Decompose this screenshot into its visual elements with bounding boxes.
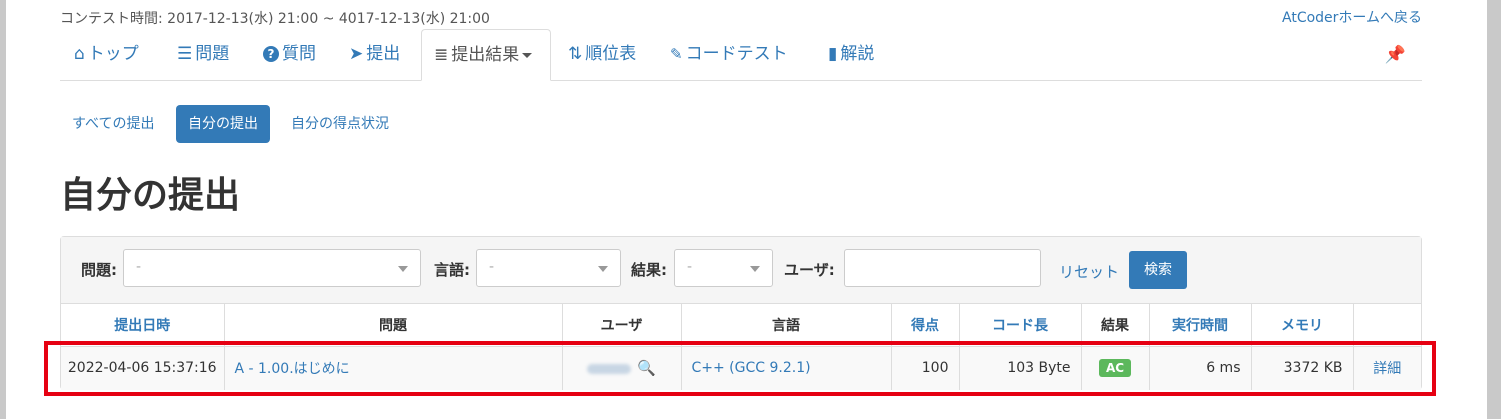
tab-label: 提出結果 (451, 45, 520, 65)
chevron-down-icon (598, 266, 608, 272)
wrench-icon: ✎ (670, 45, 683, 63)
task-cell: A - 1.00.はじめに (224, 346, 563, 390)
score-cell: 100 (891, 346, 960, 390)
pill-all-submissions[interactable]: すべての提出 (60, 105, 166, 143)
tab-label: 質問 (282, 44, 316, 64)
status-cell: AC (1081, 346, 1150, 390)
col-exec-time[interactable]: 実行時間 (1149, 304, 1252, 347)
col-language: 言語 (681, 304, 892, 347)
chevron-down-icon (750, 266, 760, 272)
user-link[interactable] (587, 364, 632, 375)
pill-my-submissions[interactable]: 自分の提出 (176, 105, 270, 143)
submissions-table: 提出日時 問題 ユーザ 言語 得点 コード長 結果 実行時間 メモリ 2022-… (61, 304, 1421, 390)
sort-icon: ⇅ (568, 44, 583, 64)
question-icon: ? (263, 46, 279, 62)
pill-my-score[interactable]: 自分の得点状況 (279, 105, 401, 143)
reset-link[interactable]: リセット (1059, 261, 1119, 282)
home-icon: ⌂ (74, 44, 85, 64)
table-row: 2022-04-06 15:37:16 A - 1.00.はじめに 🔍 C++ … (61, 346, 1421, 390)
exec-time-cell: 6 ms (1149, 346, 1252, 390)
tab-label: 問題 (195, 44, 230, 64)
language-cell: C++ (GCC 9.2.1) (681, 346, 892, 390)
detail-link[interactable]: 詳細 (1373, 361, 1401, 377)
language-link[interactable]: C++ (GCC 9.2.1) (692, 360, 811, 376)
tab-clarifications[interactable]: ? 質問 (263, 29, 316, 80)
detail-cell: 詳細 (1353, 346, 1421, 390)
col-detail (1353, 304, 1421, 347)
tab-label: 解説 (840, 44, 875, 64)
language-select-value: - (489, 259, 495, 275)
tab-submit[interactable]: ➤ 提出 (349, 29, 400, 80)
tab-standings[interactable]: ⇅ 順位表 (568, 29, 636, 80)
language-select[interactable]: - (476, 249, 621, 287)
search-button[interactable]: 検索 (1129, 251, 1187, 289)
tasks-icon: ☰ (177, 44, 193, 64)
task-link[interactable]: A - 1.00.はじめに (235, 361, 350, 377)
tab-label: トップ (87, 44, 139, 64)
window-frame-right (1487, 0, 1501, 419)
submit-time-cell: 2022-04-06 15:37:16 (61, 346, 225, 390)
status-filter-label: 結果: (631, 261, 667, 279)
tab-label: 順位表 (585, 44, 637, 64)
pushpin-icon[interactable]: 📌 (1385, 45, 1406, 65)
status-badge: AC (1098, 359, 1132, 378)
task-select-value: - (136, 259, 142, 275)
table-header-row: 提出日時 問題 ユーザ 言語 得点 コード長 結果 実行時間 メモリ (61, 304, 1421, 347)
page-title: 自分の提出 (60, 175, 241, 216)
main-container: コンテスト時間: 2017-12-13(水) 21:00 ~ 4017-12-1… (60, 0, 1422, 419)
code-length-cell: 103 Byte (959, 346, 1082, 390)
submissions-panel: 問題: - 言語: - 結果: - ユーザ: リセット 検索 提出日時 問題 ユ… (60, 236, 1422, 390)
tab-editorial[interactable]: ▮ 解説 (828, 29, 874, 80)
col-code-length[interactable]: コード長 (959, 304, 1082, 347)
tab-label: 提出 (366, 44, 401, 64)
task-select[interactable]: - (123, 249, 421, 287)
list-icon: ≣ (434, 45, 449, 65)
search-icon[interactable]: 🔍 (637, 359, 656, 377)
contest-nav: ⌂ トップ ☰ 問題 ? 質問 ➤ 提出 ≣ 提出結果 ⇅ 順位表 ✎ コードテスト ▮ 解説 (60, 29, 1422, 81)
send-icon: ➤ (349, 44, 364, 64)
chevron-down-icon (398, 266, 408, 272)
contest-time: コンテスト時間: 2017-12-13(水) 21:00 ~ 4017-12-1… (60, 11, 490, 27)
status-select[interactable]: - (674, 249, 773, 287)
tab-top[interactable]: ⌂ トップ (74, 29, 139, 80)
user-cell: 🔍 (562, 346, 682, 390)
col-submit-time[interactable]: 提出日時 (61, 304, 225, 347)
lang-filter-label: 言語: (434, 261, 470, 279)
task-filter-label: 問題: (81, 261, 117, 279)
book-icon: ▮ (828, 44, 838, 64)
col-score[interactable]: 得点 (891, 304, 960, 347)
user-filter-label: ユーザ: (784, 261, 835, 279)
col-user: ユーザ (562, 304, 682, 347)
user-input[interactable] (844, 249, 1041, 287)
col-memory[interactable]: メモリ (1251, 304, 1354, 347)
col-task: 問題 (224, 304, 563, 347)
tab-results[interactable]: ≣ 提出結果 (421, 29, 551, 81)
chevron-down-icon (522, 52, 533, 58)
col-status: 結果 (1081, 304, 1150, 347)
filter-bar: 問題: - 言語: - 結果: - ユーザ: リセット 検索 (61, 237, 1421, 304)
atcoder-home-link[interactable]: AtCoderホームへ戻る (1282, 7, 1422, 27)
memory-cell: 3372 KB (1251, 346, 1354, 390)
tab-label: コードテスト (685, 44, 788, 64)
status-select-value: - (687, 259, 693, 275)
window-frame-left (0, 0, 6, 419)
tab-code-test[interactable]: ✎ コードテスト (670, 29, 788, 80)
tab-tasks[interactable]: ☰ 問題 (177, 29, 229, 80)
